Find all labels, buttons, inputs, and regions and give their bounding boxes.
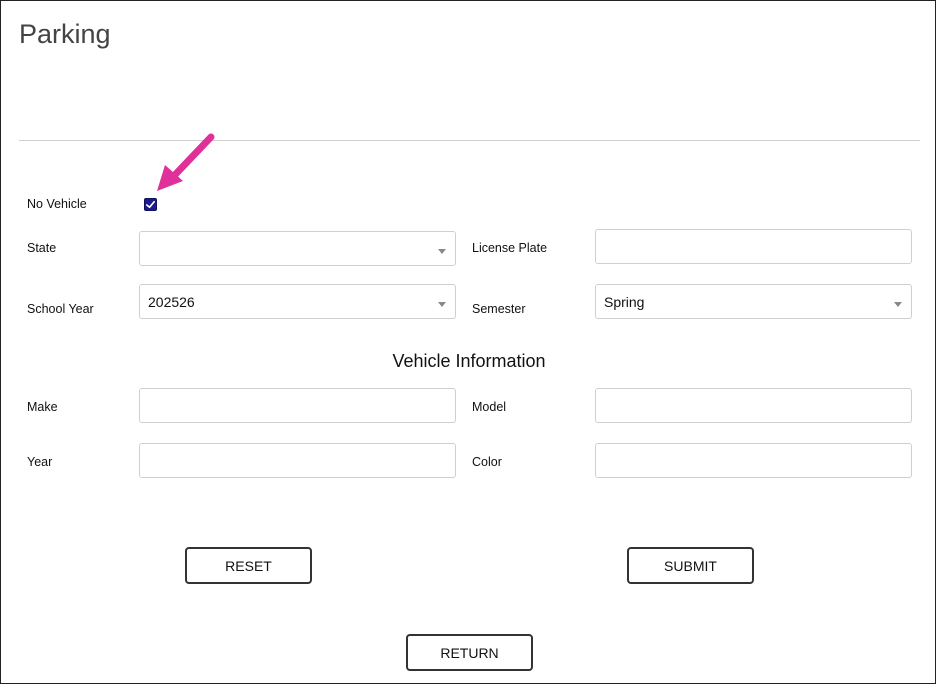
state-select[interactable] bbox=[139, 231, 456, 266]
checkmark-icon bbox=[146, 200, 155, 209]
return-button[interactable]: RETURN bbox=[406, 634, 533, 671]
chevron-down-icon bbox=[894, 301, 902, 307]
school-year-label: School Year bbox=[27, 302, 94, 316]
license-plate-input[interactable] bbox=[595, 229, 912, 264]
license-plate-label: License Plate bbox=[472, 241, 548, 255]
make-label: Make bbox=[27, 400, 58, 414]
semester-select[interactable]: Spring bbox=[595, 284, 912, 319]
school-year-value: 202526 bbox=[148, 293, 195, 310]
make-input[interactable] bbox=[139, 388, 456, 423]
pointer-arrow-icon bbox=[157, 133, 215, 191]
year-input[interactable] bbox=[139, 443, 456, 478]
year-label: Year bbox=[27, 455, 53, 469]
vehicle-information-heading: Vehicle Information bbox=[392, 351, 546, 371]
model-input[interactable] bbox=[595, 388, 912, 423]
no-vehicle-label: No Vehicle bbox=[27, 197, 87, 211]
chevron-down-icon bbox=[438, 248, 446, 254]
color-input[interactable] bbox=[595, 443, 912, 478]
semester-value: Spring bbox=[604, 293, 645, 310]
page-frame: Parking No Vehicle State License Plate S… bbox=[0, 0, 936, 684]
school-year-select[interactable]: 202526 bbox=[139, 284, 456, 319]
semester-label: Semester bbox=[472, 302, 526, 316]
state-label: State bbox=[27, 241, 57, 255]
submit-button[interactable]: SUBMIT bbox=[627, 547, 754, 584]
color-label: Color bbox=[472, 455, 502, 469]
reset-button[interactable]: RESET bbox=[185, 547, 312, 584]
page-title: Parking bbox=[19, 19, 111, 49]
chevron-down-icon bbox=[438, 301, 446, 307]
no-vehicle-checkbox[interactable] bbox=[144, 198, 157, 211]
model-label: Model bbox=[472, 400, 507, 414]
